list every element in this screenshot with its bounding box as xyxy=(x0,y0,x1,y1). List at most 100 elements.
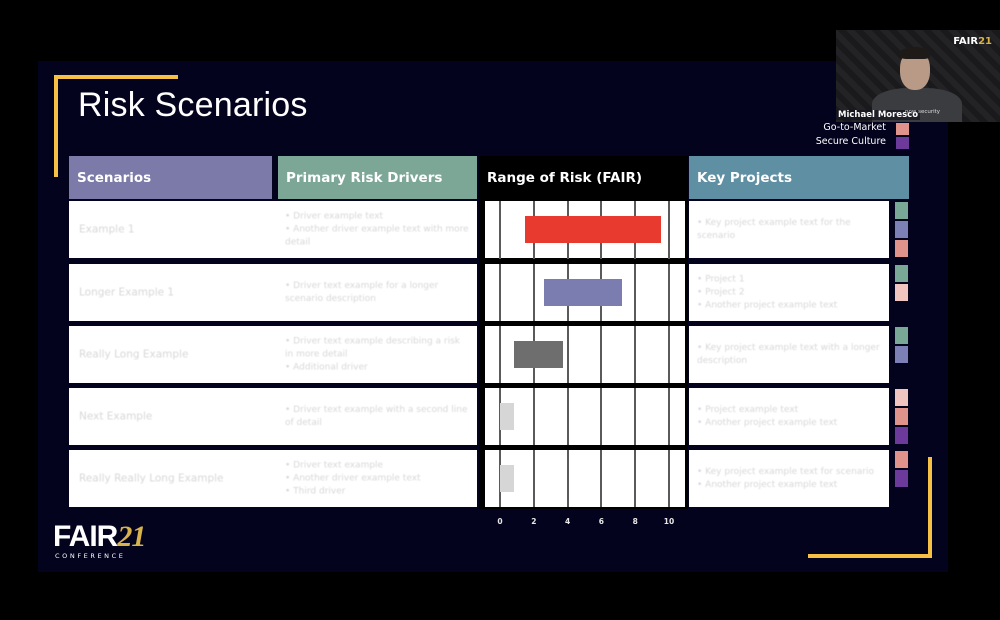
chart-gridline xyxy=(668,201,670,507)
key-project-item: Project 2 xyxy=(697,286,881,299)
shirt-text: now security xyxy=(905,109,941,115)
project-tag-swatch xyxy=(895,221,908,238)
project-tag-swatch xyxy=(895,427,908,444)
risk-driver-item: Driver example text xyxy=(285,210,469,223)
speaker-hair xyxy=(900,47,930,59)
fair-conference-logo: FAIR21 xyxy=(53,520,146,554)
webcam-logo-text: FAIR xyxy=(953,36,979,47)
column-header-primary-risk-drivers: Primary Risk Drivers xyxy=(278,156,477,199)
scenario-cell: Next Example xyxy=(69,388,277,445)
chart-row-separator xyxy=(479,259,688,264)
risk-driver-item: Third driver xyxy=(285,485,469,498)
risk-driver-list: Driver text example describing a risk in… xyxy=(285,335,469,374)
chart-row-separator xyxy=(479,383,688,388)
key-project-list: Key project example text for the scenari… xyxy=(697,217,881,243)
key-project-item: Key project example text for scenario xyxy=(697,466,881,479)
risk-range-bar xyxy=(543,279,622,306)
column-header-key-projects: Key Projects xyxy=(689,156,909,199)
chart-row-separator xyxy=(479,445,688,450)
risk-driver-list: Driver text example for a longer scenari… xyxy=(285,280,469,306)
slide-title: Risk Scenarios xyxy=(78,86,308,124)
range-chart-row xyxy=(485,388,685,445)
risk-range-bar xyxy=(500,403,514,430)
risk-range-bar xyxy=(500,465,514,492)
chart-gridline xyxy=(566,201,569,507)
legend-swatch xyxy=(896,137,909,149)
risk-driver-item: Additional driver xyxy=(285,361,469,374)
project-tag-swatch xyxy=(895,389,908,406)
webcam-logo-number: 21 xyxy=(978,36,992,47)
project-tag-swatch xyxy=(895,346,908,363)
risk-drivers-cell: Driver text example describing a risk in… xyxy=(277,326,477,383)
scenario-cell: Really Long Example xyxy=(69,326,277,383)
chart-gridline xyxy=(499,201,501,507)
project-tag-swatch xyxy=(895,408,908,425)
x-axis-tick-label: 8 xyxy=(632,517,638,526)
scenario-cell: Example 1 xyxy=(69,201,277,258)
key-projects-cell: Key project example text for scenarioAno… xyxy=(689,450,889,507)
key-project-item: Project 1 xyxy=(697,273,881,286)
legend-swatch xyxy=(896,123,909,135)
key-projects-cell: Project example textAnother project exam… xyxy=(689,388,889,445)
chart-row-separator xyxy=(479,321,688,326)
x-axis-tick-label: 0 xyxy=(497,517,503,526)
key-project-list: Project 1Project 2Another project exampl… xyxy=(697,273,881,312)
legend-label: Go-to-Market xyxy=(823,122,886,133)
key-project-item: Another project example text xyxy=(697,479,881,492)
project-tag-swatch xyxy=(895,265,908,282)
scenario-cell: Longer Example 1 xyxy=(69,264,277,321)
logo-number: 21 xyxy=(117,520,146,553)
risk-driver-list: Driver text exampleAnother driver exampl… xyxy=(285,459,469,498)
key-project-item: Another project example text xyxy=(697,417,881,430)
column-header-scenarios: Scenarios xyxy=(69,156,272,199)
risk-driver-item: Driver text example describing a risk in… xyxy=(285,335,469,361)
scenario-name: Next Example xyxy=(79,410,153,422)
risk-drivers-cell: Driver text example for a longer scenari… xyxy=(277,264,477,321)
scenario-name: Really Long Example xyxy=(79,348,189,360)
gold-bracket-bottom-right xyxy=(808,554,932,558)
key-project-item: Key project example text with a longer d… xyxy=(697,342,881,368)
key-project-item: Project example text xyxy=(697,404,881,417)
key-project-list: Key project example text with a longer d… xyxy=(697,342,881,368)
project-tag-swatch xyxy=(895,451,908,468)
risk-drivers-cell: Driver text exampleAnother driver exampl… xyxy=(277,450,477,507)
risk-driver-list: Driver example textAnother driver exampl… xyxy=(285,210,469,249)
gold-bracket-top-left-vertical xyxy=(54,75,58,177)
risk-driver-item: Driver text example for a longer scenari… xyxy=(285,280,469,306)
risk-driver-item: Driver text example with a second line o… xyxy=(285,404,469,430)
range-chart-row xyxy=(485,450,685,507)
logo-text: FAIR xyxy=(53,520,118,553)
risk-drivers-cell: Driver example textAnother driver exampl… xyxy=(277,201,477,258)
legend-label: Secure Culture xyxy=(815,136,886,147)
key-projects-cell: Key project example text for the scenari… xyxy=(689,201,889,258)
key-projects-cell: Key project example text with a longer d… xyxy=(689,326,889,383)
x-axis-tick-label: 2 xyxy=(531,517,537,526)
x-axis-tick-label: 4 xyxy=(564,517,571,526)
project-tag-swatch xyxy=(895,327,908,344)
risk-driver-item: Driver text example xyxy=(285,459,469,472)
scenario-name: Longer Example 1 xyxy=(79,286,175,298)
scenario-cell: Really Really Long Example xyxy=(69,450,277,507)
webcam-logo: FAIR21 xyxy=(953,36,992,47)
chart-gridline xyxy=(634,201,637,507)
x-axis-tick-label: 10 xyxy=(663,517,675,526)
key-project-list: Project example textAnother project exam… xyxy=(697,404,881,430)
key-projects-cell: Project 1Project 2Another project exampl… xyxy=(689,264,889,321)
scenario-name: Example 1 xyxy=(79,223,135,235)
risk-drivers-cell: Driver text example with a second line o… xyxy=(277,388,477,445)
risk-range-bar xyxy=(513,341,563,368)
risk-range-bar xyxy=(525,216,661,243)
project-tag-swatch xyxy=(895,470,908,487)
scenario-name: Really Really Long Example xyxy=(79,472,224,484)
x-axis-tick-label: 6 xyxy=(598,517,604,526)
key-project-list: Key project example text for scenarioAno… xyxy=(697,466,881,492)
chart-gridline xyxy=(600,201,603,507)
risk-driver-list: Driver text example with a second line o… xyxy=(285,404,469,430)
key-project-item: Another project example text xyxy=(697,299,881,312)
project-tag-swatch xyxy=(895,202,908,219)
gold-bracket-top-left xyxy=(54,75,178,79)
project-tag-swatch xyxy=(895,240,908,257)
risk-driver-item: Another driver example text xyxy=(285,472,469,485)
key-project-item: Key project example text for the scenari… xyxy=(697,217,881,243)
logo-subtitle: CONFERENCE xyxy=(55,552,126,560)
